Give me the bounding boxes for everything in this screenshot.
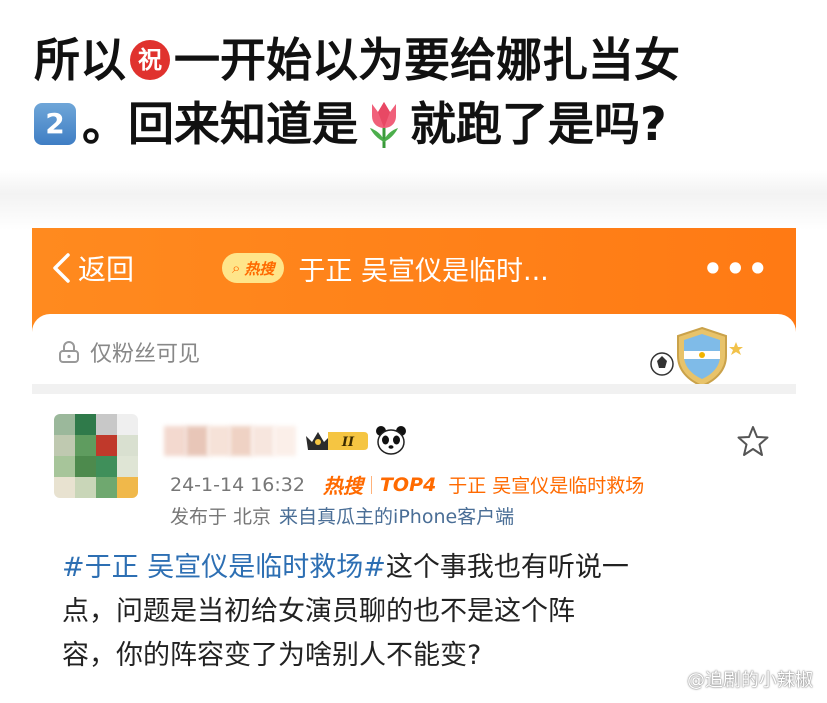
username-blurred[interactable] [164, 426, 296, 456]
faded-watermark-band [0, 170, 827, 230]
post-source-row: 发布于 北京 来自真瓜主的iPhone客户端 [170, 502, 514, 529]
weibo-watermark: @追剧的小辣椒 [655, 666, 813, 692]
star-favorite-icon[interactable] [736, 424, 770, 458]
meta-separator [370, 475, 372, 494]
back-button[interactable]: 返回 [50, 248, 134, 288]
more-options-button[interactable]: ••• [703, 250, 770, 288]
hot-topic-link[interactable]: 于正 吴宣仪是临时救场 [448, 471, 644, 498]
caption-line2: 。回来知道是 [82, 97, 358, 151]
post-body: #于正 吴宣仪是临时救场#这个事我也有听说一 点，问题是当初给女演员聊的也不是这… [62, 546, 762, 678]
post-body-line-2: 点，问题是当初给女演员聊的也不是这个阵 [62, 596, 575, 627]
panda-icon [376, 426, 406, 455]
caption-text: 所以祝一开始以为要给娜扎当女 2 。回来知道是 就跑了是吗? [34, 28, 814, 156]
visibility-label: 仅粉丝可见 [90, 342, 201, 367]
back-label: 返回 [78, 253, 135, 286]
avatar[interactable] [54, 414, 138, 498]
vip-level-text: II [341, 435, 355, 450]
caption-line1-before: 所以 [34, 33, 126, 87]
caption-line1-after: 一开始以为要给娜扎当女 [174, 33, 680, 87]
hot-search-topic[interactable]: ⌕ 热搜 于正 吴宣仪是临时... [222, 246, 642, 290]
hot-search-pill: ⌕ 热搜 [222, 253, 285, 283]
section-divider [32, 384, 796, 394]
caption-line-2: 2 。回来知道是 就跑了是吗? [34, 92, 814, 156]
watermark-text: @追剧的小辣椒 [687, 670, 813, 691]
chevron-left-icon [53, 253, 70, 283]
tulip-emoji-icon [370, 101, 398, 148]
fans-only-icon [59, 341, 79, 363]
topic-hashtag-link[interactable]: #于正 吴宣仪是临时救场# [62, 552, 386, 583]
search-icon: ⌕ [232, 259, 241, 277]
argentina-shield-badge-icon [650, 326, 743, 388]
caption-line2-end: 就跑了是吗? [410, 97, 667, 151]
weibo-logo-icon [656, 670, 680, 690]
visibility-row: 仅粉丝可见 [56, 336, 200, 368]
caption-line-1: 所以祝一开始以为要给娜扎当女 [34, 28, 814, 92]
top-rank-tag[interactable]: TOP4 [380, 474, 436, 496]
hot-search-label: 热搜 [244, 259, 275, 278]
congratulate-emoji-icon: 祝 [130, 39, 170, 80]
post-body-line1-text: 这个事我也有听说一 [385, 552, 629, 583]
post-timestamp: 24-1-14 16:32 [170, 473, 305, 496]
post-body-line-1: #于正 吴宣仪是临时救场#这个事我也有听说一 [62, 546, 762, 590]
number-two-emoji-icon: 2 [34, 102, 76, 145]
post-meta-row: 24-1-14 16:32 热搜 TOP4 于正 吴宣仪是临时救场 [170, 470, 644, 499]
post-location: 发布于 北京 [170, 506, 272, 528]
hot-search-tag[interactable]: 热搜 [323, 470, 363, 499]
vip-level-badge-icon: II [306, 432, 368, 450]
post-client-source[interactable]: 来自真瓜主的iPhone客户端 [279, 502, 514, 529]
header-title: 于正 吴宣仪是临时... [298, 255, 549, 287]
